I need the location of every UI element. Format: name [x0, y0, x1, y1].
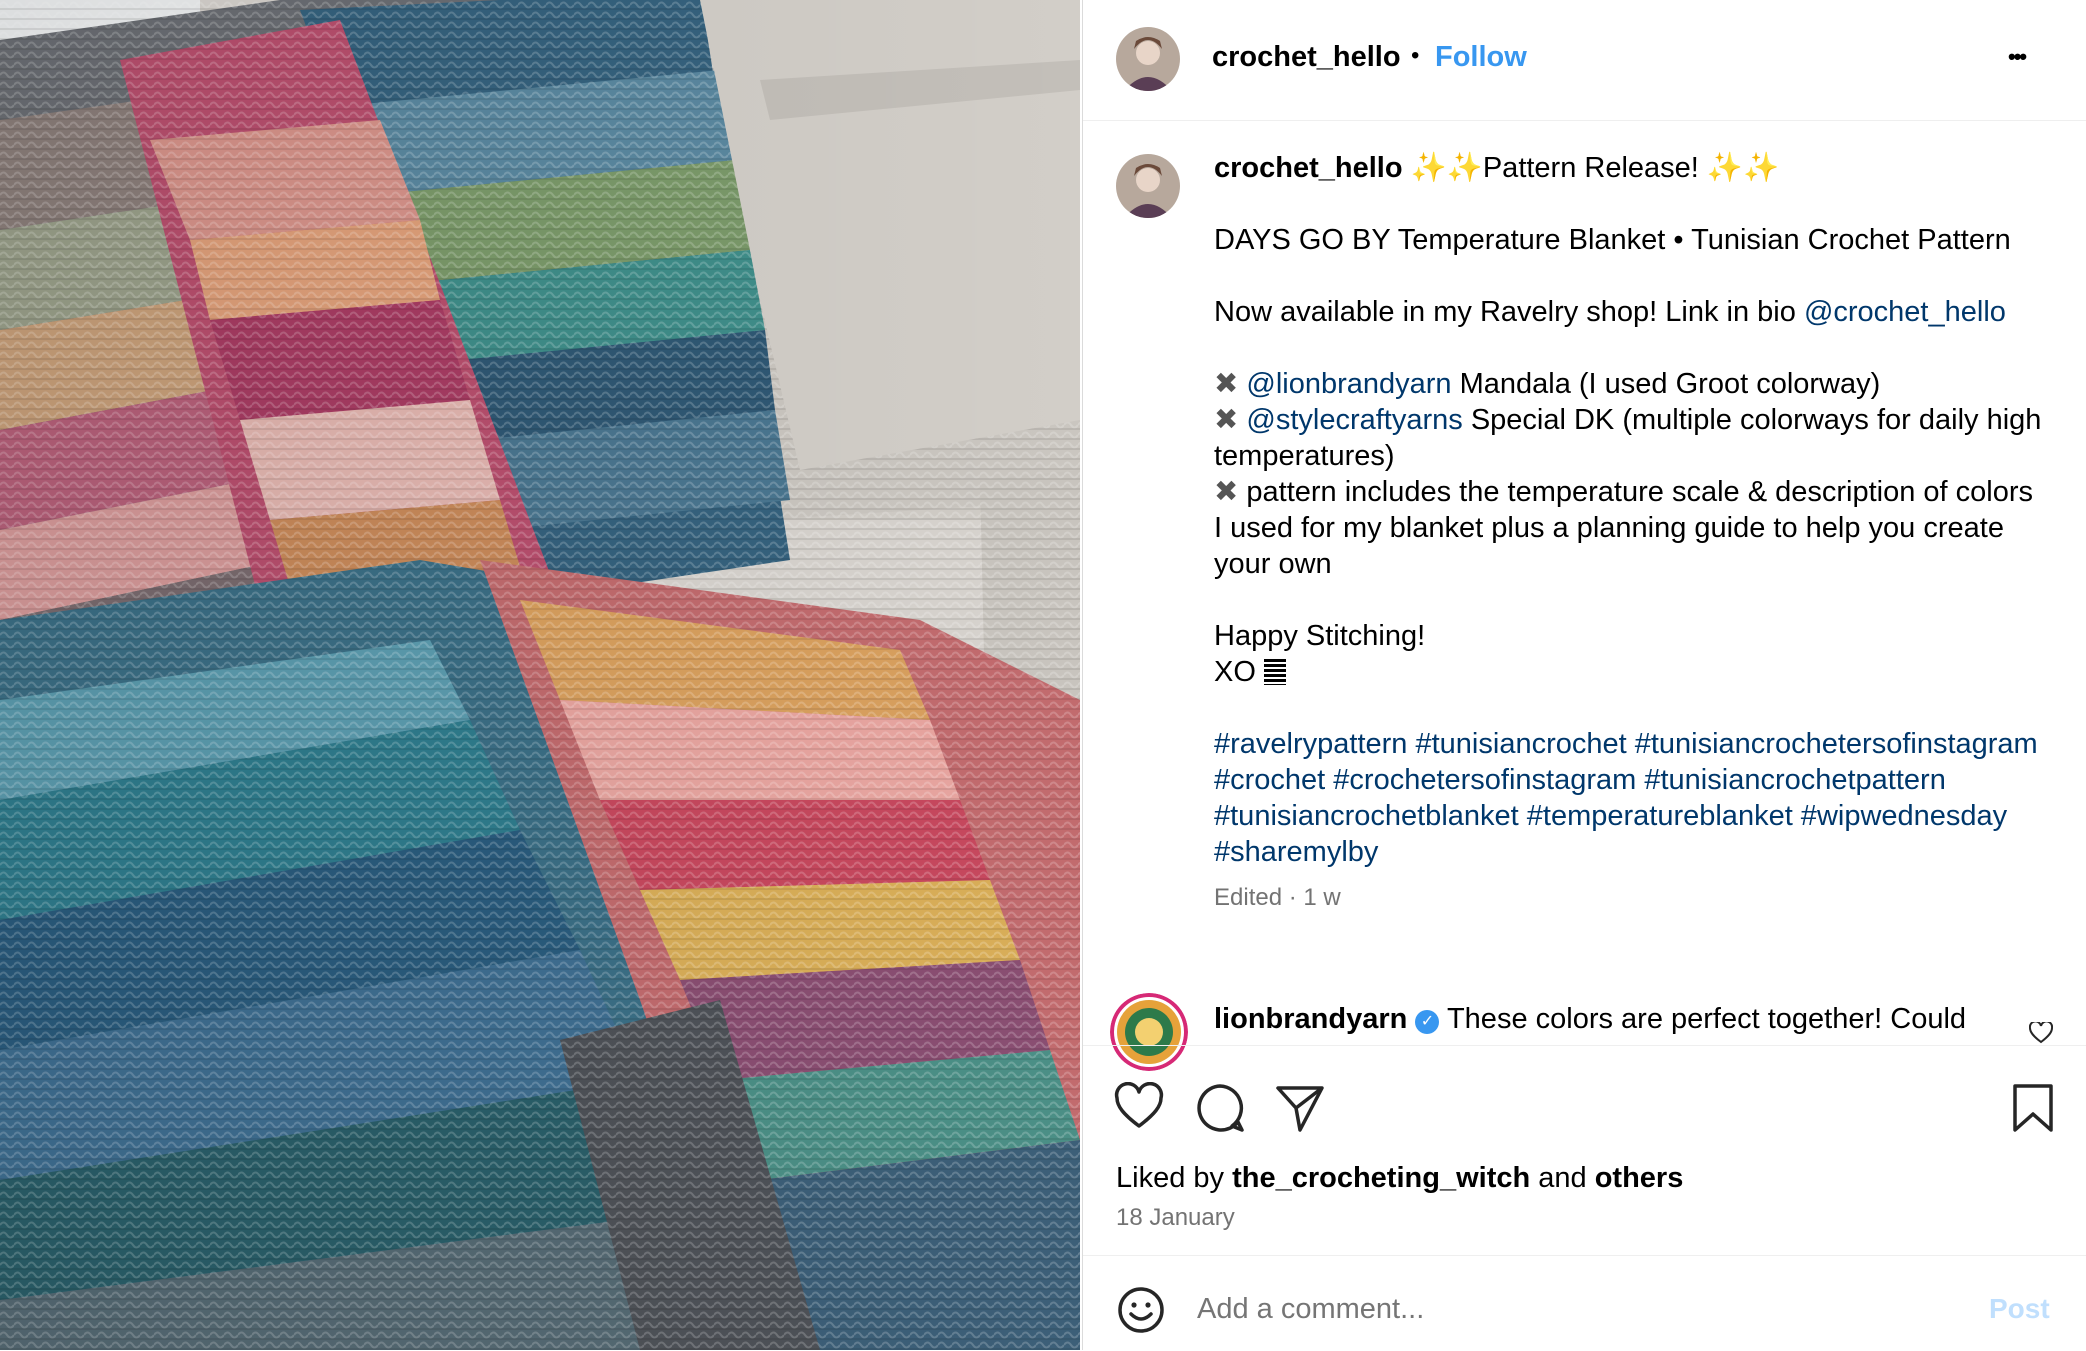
caption-bullet-1: ✖ @lionbrandyarn Mandala (I used Groot c…: [1214, 366, 2044, 402]
comment-input[interactable]: [1195, 1280, 1899, 1338]
caption-meta: Edited · 1 w: [1214, 884, 1341, 911]
caption-headline: ✨✨Pattern Release! ✨✨: [1410, 152, 1780, 184]
comment-username[interactable]: lionbrandyarn: [1214, 1003, 1407, 1035]
bullet-x-icon: ✖: [1214, 368, 1239, 400]
avatar-image: [1116, 154, 1180, 218]
blanket-photo: [0, 0, 1080, 1350]
author-avatar[interactable]: [1116, 27, 1180, 91]
emoji-icon[interactable]: [1116, 1285, 1166, 1335]
bullet-text: Mandala (I used Groot colorway): [1451, 368, 1881, 400]
post-actions: Liked by the_crocheting_witch and others…: [1083, 1045, 2086, 1256]
comment-like-icon[interactable]: [2029, 1022, 2053, 1044]
caption-bullet-3: ✖ pattern includes the temperature scale…: [1214, 474, 2044, 582]
liked-by-user[interactable]: the_crocheting_witch: [1232, 1162, 1530, 1194]
glyph-icon: [1263, 659, 1286, 685]
comment-icon[interactable]: [1194, 1082, 1246, 1134]
comment-text: These colors are perfect together! Could: [1446, 1003, 1967, 1035]
verified-icon: ✓: [1415, 1010, 1440, 1034]
avatar-image: [1116, 27, 1180, 91]
post-side-panel: crochet_hello • Follow ••• crochet_hello…: [1082, 0, 2086, 1350]
post-caption: crochet_hello ✨✨Pattern Release! ✨✨ DAYS…: [1214, 150, 2044, 916]
caption-bullet-2: ✖ @stylecraftyarns Special DK (multiple …: [1214, 402, 2044, 474]
caption-title: DAYS GO BY Temperature Blanket • Tunisia…: [1214, 224, 2011, 256]
add-comment-bar: Post: [1083, 1255, 2086, 1351]
post-comment-button[interactable]: Post: [1989, 1293, 2050, 1325]
caption-xo: XO: [1214, 654, 2044, 690]
likes-others-link[interactable]: others: [1595, 1162, 1684, 1194]
bullet-text: pattern includes the temperature scale &…: [1214, 476, 2034, 580]
bullet-x-icon: ✖: [1214, 476, 1239, 508]
post-date: 18 January: [1116, 1204, 1235, 1231]
xo-text: XO: [1214, 656, 1256, 688]
post-header: crochet_hello • Follow •••: [1083, 0, 2086, 121]
likes-summary: Liked by the_crocheting_witch and others: [1116, 1162, 1683, 1195]
mention-link[interactable]: @lionbrandyarn: [1246, 368, 1451, 400]
caption-availability: Now available in my Ravelry shop! Link i…: [1214, 294, 2044, 330]
follow-button[interactable]: Follow: [1435, 41, 1527, 74]
caption-avatar[interactable]: [1116, 154, 1180, 218]
likes-prefix: Liked by: [1116, 1162, 1233, 1194]
heart-icon[interactable]: [1113, 1082, 1165, 1134]
mention-link[interactable]: @stylecraftyarns: [1246, 404, 1462, 436]
header-separator: •: [1411, 42, 1420, 69]
availability-text: Now available in my Ravelry shop! Link i…: [1214, 296, 1804, 328]
likes-middle: and: [1530, 1162, 1595, 1194]
share-icon[interactable]: [1274, 1082, 1326, 1134]
post-image[interactable]: [0, 0, 1080, 1350]
author-username[interactable]: crochet_hello: [1212, 41, 1401, 74]
more-icon[interactable]: •••: [2008, 44, 2027, 70]
caption-first-line: crochet_hello ✨✨Pattern Release! ✨✨: [1214, 150, 2044, 186]
caption-hashtags[interactable]: #ravelrypattern #tunisiancrochet #tunisi…: [1214, 726, 2044, 870]
bookmark-icon[interactable]: [2007, 1082, 2059, 1134]
caption-username[interactable]: crochet_hello: [1214, 152, 1403, 184]
availability-mention-link[interactable]: @crochet_hello: [1804, 296, 2006, 328]
bullet-x-icon: ✖: [1214, 404, 1239, 436]
comment-row: lionbrandyarn ✓ These colors are perfect…: [1214, 1003, 2014, 1036]
caption-signoff: Happy Stitching!: [1214, 620, 1426, 652]
